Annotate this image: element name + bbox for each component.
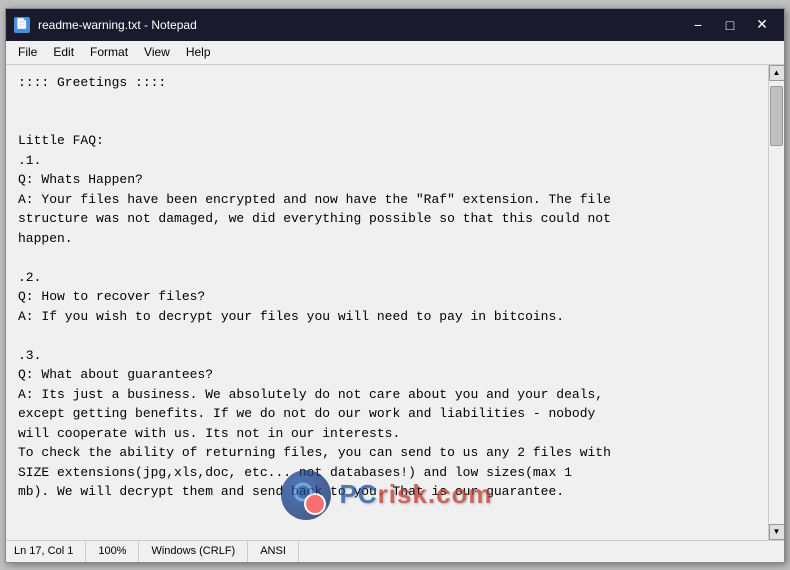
menu-file[interactable]: File <box>10 43 45 61</box>
app-icon: 📄 <box>14 17 30 33</box>
window-controls: − □ ✕ <box>684 15 776 35</box>
menu-bar: File Edit Format View Help <box>6 41 784 65</box>
window-title: readme-warning.txt - Notepad <box>38 18 684 32</box>
text-editor[interactable]: :::: Greetings :::: Little FAQ: .1. Q: W… <box>6 65 768 540</box>
notepad-window: 📄 readme-warning.txt - Notepad − □ ✕ Fil… <box>5 8 785 563</box>
title-bar: 📄 readme-warning.txt - Notepad − □ ✕ <box>6 9 784 41</box>
status-zoom: 100% <box>86 541 139 562</box>
scrollbar[interactable]: ▲ ▼ <box>768 65 784 540</box>
menu-view[interactable]: View <box>136 43 178 61</box>
close-button[interactable]: ✕ <box>748 15 776 35</box>
menu-help[interactable]: Help <box>178 43 219 61</box>
scroll-track[interactable] <box>769 81 784 524</box>
scroll-up-button[interactable]: ▲ <box>769 65 785 81</box>
status-bar: Ln 17, Col 1 100% Windows (CRLF) ANSI <box>6 540 784 562</box>
minimize-button[interactable]: − <box>684 15 712 35</box>
status-encoding: ANSI <box>248 541 299 562</box>
content-wrapper: :::: Greetings :::: Little FAQ: .1. Q: W… <box>6 65 784 540</box>
scroll-thumb[interactable] <box>770 86 783 146</box>
status-line-ending: Windows (CRLF) <box>139 541 248 562</box>
menu-format[interactable]: Format <box>82 43 136 61</box>
menu-edit[interactable]: Edit <box>45 43 82 61</box>
scroll-down-button[interactable]: ▼ <box>769 524 785 540</box>
maximize-button[interactable]: □ <box>716 15 744 35</box>
status-position: Ln 17, Col 1 <box>10 541 86 562</box>
